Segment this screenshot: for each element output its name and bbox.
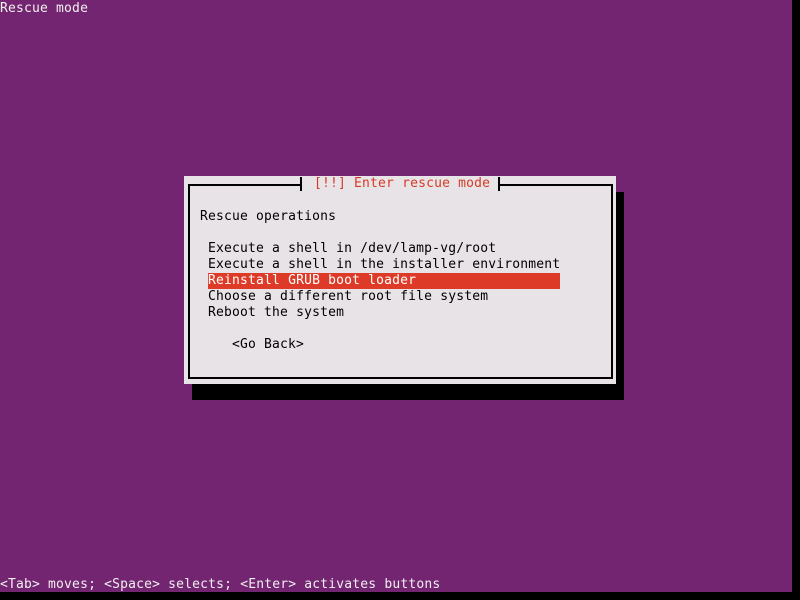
rescue-dialog: [!!] Enter rescue mode Rescue operations… <box>184 176 616 384</box>
title-separator-left <box>300 177 302 191</box>
menu-item-shell-installer[interactable]: Execute a shell in the installer environ… <box>208 257 560 273</box>
installer-screen: Rescue mode [!!] Enter rescue mode Rescu… <box>0 0 792 592</box>
dialog-title-bar: [!!] Enter rescue mode <box>300 176 501 192</box>
go-back-button[interactable]: <Go Back> <box>232 337 304 353</box>
screen-title: Rescue mode <box>0 1 89 16</box>
menu-item-shell-root[interactable]: Execute a shell in /dev/lamp-vg/root <box>208 241 560 257</box>
rescue-operations-label: Rescue operations <box>200 209 337 224</box>
menu-item-reinstall-grub[interactable]: Reinstall GRUB boot loader <box>208 273 560 289</box>
rescue-operations-menu: Execute a shell in /dev/lamp-vg/root Exe… <box>208 241 560 321</box>
title-separator-right <box>498 177 501 191</box>
status-bar-help: <Tab> moves; <Space> selects; <Enter> ac… <box>0 577 441 592</box>
menu-item-choose-root-fs[interactable]: Choose a different root file system <box>208 289 560 305</box>
dialog-title: [!!] Enter rescue mode <box>314 176 491 191</box>
menu-item-reboot[interactable]: Reboot the system <box>208 305 560 321</box>
